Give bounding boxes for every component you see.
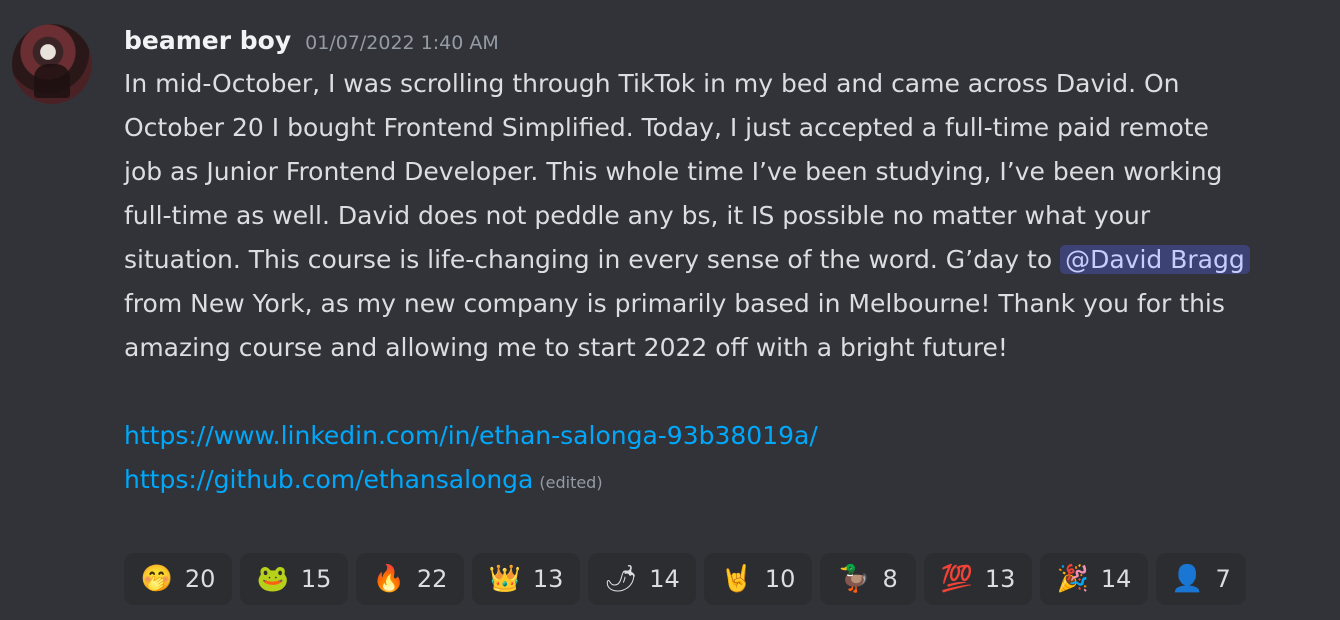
reaction-duck[interactable]: 🦆 8 <box>820 553 916 605</box>
reaction-count: 13 <box>984 565 1016 593</box>
reaction-count: 10 <box>764 565 796 593</box>
chili-pepper-icon: 🌶 <box>604 564 638 594</box>
message-text: In mid-October, I was scrolling through … <box>124 62 1254 370</box>
link-line-github: https://github.com/ethansalonga (edited) <box>124 458 1254 505</box>
reactions-bar: 🤭 20 🐸 15 🔥 22 👑 13 🌶 14 🤘 10 🦆 8 💯 13 🎉… <box>124 553 1246 605</box>
reaction-count: 20 <box>184 565 216 593</box>
message-text-part1: In mid-October, I was scrolling through … <box>124 69 1223 274</box>
reaction-count: 14 <box>649 565 680 593</box>
rock-hand-icon: 🤘 <box>720 564 753 594</box>
message-text-part2: from New York, as my new company is prim… <box>124 289 1225 362</box>
username[interactable]: beamer boy <box>124 26 291 55</box>
reaction-count: 22 <box>416 565 448 593</box>
link-line-linkedin: https://www.linkedin.com/in/ethan-salong… <box>124 414 1254 458</box>
laughing-face-icon: 🤭 <box>140 564 173 594</box>
linkedin-link[interactable]: https://www.linkedin.com/in/ethan-salong… <box>124 421 818 450</box>
reaction-chili[interactable]: 🌶 14 <box>588 553 696 605</box>
user-mention[interactable]: @David Bragg <box>1060 245 1250 274</box>
timestamp[interactable]: 01/07/2022 1:40 AM <box>305 32 499 54</box>
party-popper-icon: 🎉 <box>1056 564 1089 594</box>
hundred-points-icon: 💯 <box>940 564 973 594</box>
reaction-pepe[interactable]: 🐸 15 <box>240 553 348 605</box>
reaction-laughing[interactable]: 🤭 20 <box>124 553 232 605</box>
reaction-count: 8 <box>882 565 898 593</box>
duck-icon: 🦆 <box>838 564 871 594</box>
reaction-avatar-emoji[interactable]: 👤 7 <box>1156 553 1246 605</box>
reaction-count: 14 <box>1100 565 1132 593</box>
fire-icon: 🔥 <box>372 564 405 594</box>
reaction-crown[interactable]: 👑 13 <box>472 553 580 605</box>
avatar[interactable] <box>12 24 92 104</box>
github-link[interactable]: https://github.com/ethansalonga <box>124 465 533 494</box>
reaction-party[interactable]: 🎉 14 <box>1040 553 1148 605</box>
edited-label: (edited) <box>539 473 603 492</box>
reaction-count: 15 <box>300 565 332 593</box>
message-body: In mid-October, I was scrolling through … <box>124 62 1254 505</box>
reaction-count: 13 <box>532 565 564 593</box>
pepe-frog-icon: 🐸 <box>256 564 289 594</box>
reaction-count: 7 <box>1215 565 1231 593</box>
reaction-rock-hand[interactable]: 🤘 10 <box>704 553 812 605</box>
message-content: beamer boy 01/07/2022 1:40 AM In mid-Oct… <box>124 26 1264 505</box>
reaction-fire[interactable]: 🔥 22 <box>356 553 464 605</box>
crown-icon: 👑 <box>488 564 521 594</box>
reaction-hundred[interactable]: 💯 13 <box>924 553 1032 605</box>
chat-message: beamer boy 01/07/2022 1:40 AM In mid-Oct… <box>0 0 1340 620</box>
message-header: beamer boy 01/07/2022 1:40 AM <box>124 26 1264 62</box>
avatar-emoji-icon: 👤 <box>1171 564 1204 594</box>
